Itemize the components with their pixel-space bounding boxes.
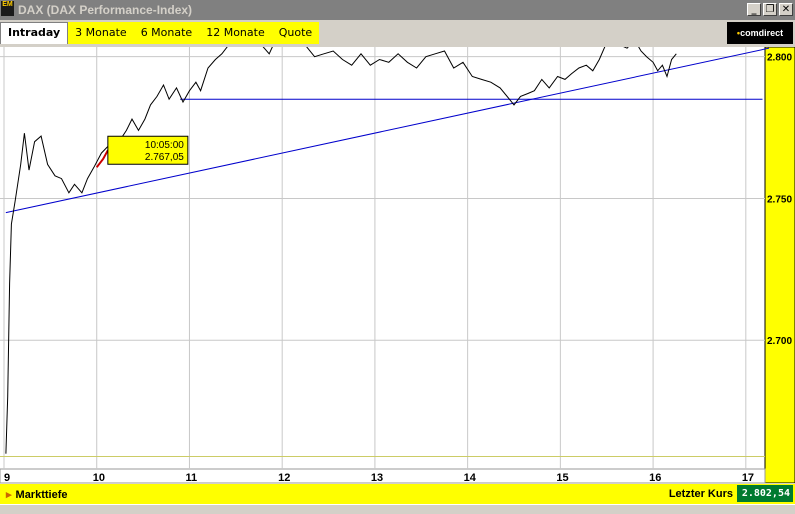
x-tick-label: 17	[742, 472, 754, 483]
y-tick-label: 2.750	[767, 194, 792, 205]
x-tick-label: 16	[649, 472, 661, 483]
x-tick-label: 12	[278, 472, 290, 483]
close-button[interactable]: ✕	[779, 3, 793, 16]
restore-button[interactable]: ❐	[763, 3, 777, 16]
tab-12-monate[interactable]: 12 Monate	[199, 22, 272, 44]
trend-line	[5, 47, 770, 214]
x-tick-label: 9	[4, 472, 10, 483]
window-title: DAX (DAX Performance-Index)	[18, 3, 193, 17]
x-tick-label: 11	[185, 472, 197, 483]
tab-3-monate[interactable]: 3 Monate	[68, 22, 134, 44]
letzter-kurs-label: Letzter Kurs	[668, 488, 733, 500]
x-tick-label: 15	[556, 472, 568, 483]
x-tick-label: 14	[464, 472, 477, 483]
tab-bar: Intraday 3 Monate 6 Monate 12 Monate Quo…	[0, 20, 795, 46]
markttiefe-link[interactable]: ▸ Markttiefe	[6, 488, 68, 501]
comdirect-logo[interactable]: •comdirect	[727, 22, 793, 44]
chart-svg: 9 10 11 12 13 14 15 16 17 2.700 2.750 2.800 10:05:00…	[0, 47, 795, 483]
minimize-button[interactable]: _	[747, 3, 761, 16]
x-tick-label: 10	[93, 472, 105, 483]
status-bar: ▸ Markttiefe Letzter Kurs 2.802,54	[0, 484, 795, 504]
tab-intraday[interactable]: Intraday	[0, 22, 69, 44]
tab-6-monate[interactable]: 6 Monate	[134, 22, 200, 44]
app-icon[interactable]: EM	[1, 1, 14, 16]
title-bar: EM DAX (DAX Performance-Index) _ ❐ ✕	[0, 0, 795, 20]
logo-text: comdirect	[740, 28, 784, 38]
tooltip-time: 10:05:00	[145, 140, 184, 151]
y-tick-label: 2.800	[767, 53, 792, 64]
x-tick-label: 13	[371, 472, 383, 483]
letzter-kurs-value: 2.802,54	[737, 485, 793, 502]
y-axis-panel	[764, 47, 795, 483]
y-tick-label: 2.700	[767, 336, 792, 347]
price-line	[5, 47, 677, 454]
expand-arrow-icon: ▸	[6, 489, 12, 501]
tooltip-value: 2.767,05	[145, 152, 184, 163]
tab-quote[interactable]: Quote	[272, 22, 319, 44]
markttiefe-label: Markttiefe	[15, 489, 68, 501]
intraday-chart[interactable]: 9 10 11 12 13 14 15 16 17 2.700 2.750 2.800 10:05:00…	[0, 47, 795, 483]
period-tabs: Intraday 3 Monate 6 Monate 12 Monate Quo…	[0, 22, 320, 44]
window-buttons: _ ❐ ✕	[747, 3, 793, 16]
